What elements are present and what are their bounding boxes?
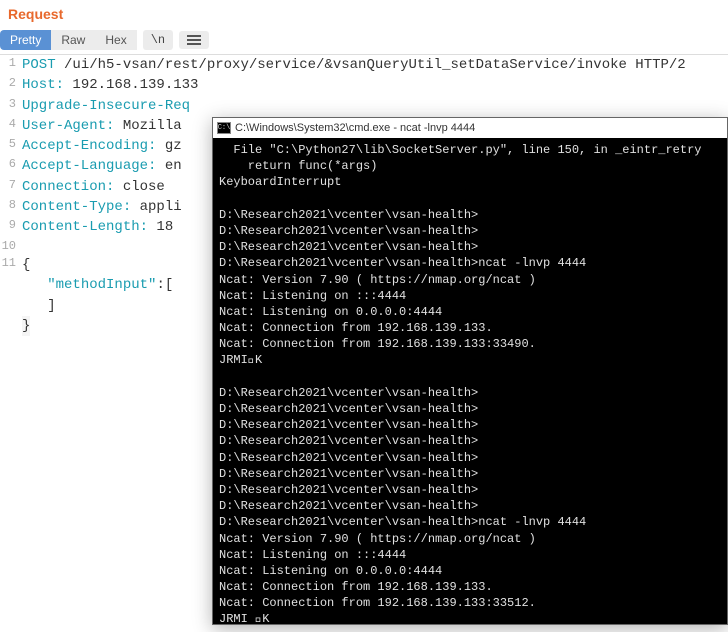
terminal-titlebar[interactable]: C:\ C:\Windows\System32\cmd.exe - ncat -… [213,118,727,138]
panel-title: Request [8,6,63,22]
line-text: Content-Type: appli [22,197,182,217]
terminal-window[interactable]: C:\ C:\Windows\System32\cmd.exe - ncat -… [212,117,728,625]
line-text: "methodInput":[ [22,275,173,295]
line-number: 7 [0,177,22,194]
tab-pretty[interactable]: Pretty [0,30,51,50]
toolbar: Pretty Raw Hex \n [0,28,728,55]
line-text: Content-Length: 18 [22,217,173,237]
line-number: 4 [0,116,22,133]
line-number: 2 [0,75,22,92]
line-number: 1 [0,55,22,72]
tab-hex[interactable]: Hex [95,30,136,50]
line-text: ] [22,296,56,316]
line-text: User-Agent: Mozilla [22,116,182,136]
line-number: 9 [0,217,22,234]
line-text: Accept-Encoding: gz [22,136,182,156]
request-line[interactable]: 3Upgrade-Insecure-Req [0,96,728,116]
line-text: { [22,255,30,275]
terminal-title: C:\Windows\System32\cmd.exe - ncat -lnvp… [235,122,475,134]
terminal-body[interactable]: File "C:\Python27\lib\SocketServer.py", … [213,138,727,632]
line-text: } [22,316,30,336]
newline-toggle-button[interactable]: \n [143,30,173,50]
cmd-icon: C:\ [217,122,231,134]
line-text: Upgrade-Insecure-Req [22,96,190,116]
line-number: 11 [0,255,22,272]
tab-raw[interactable]: Raw [51,30,95,50]
line-number: 10 [0,238,22,255]
menu-button[interactable] [179,31,209,49]
line-text: Accept-Language: en [22,156,182,176]
request-line[interactable]: 2Host: 192.168.139.133 [0,75,728,95]
panel-header: Request [0,0,728,28]
hamburger-icon [187,35,201,45]
line-number: 3 [0,96,22,113]
line-number: 8 [0,197,22,214]
line-number: 5 [0,136,22,153]
line-text: POST /ui/h5-vsan/rest/proxy/service/&vsa… [22,55,686,75]
line-text: Connection: close [22,177,165,197]
request-line[interactable]: 1POST /ui/h5-vsan/rest/proxy/service/&vs… [0,55,728,75]
line-number: 6 [0,156,22,173]
line-text: Host: 192.168.139.133 [22,75,198,95]
